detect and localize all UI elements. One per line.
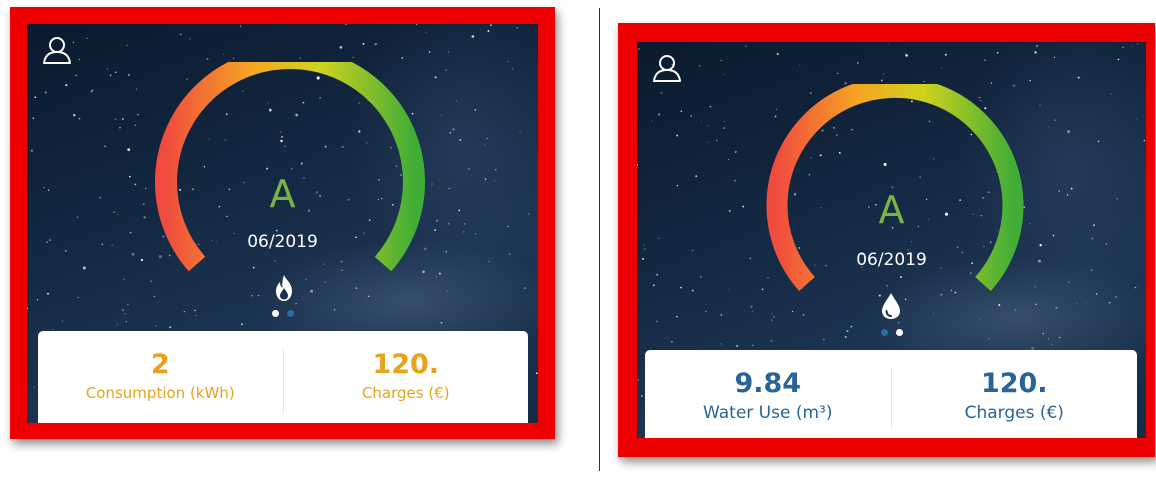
consumption-metric: 2 Consumption (kWh) [38, 331, 283, 423]
consumption-label: Consumption (kWh) [85, 384, 235, 402]
water-use-value: 9.84 [734, 368, 802, 399]
page-indicator [881, 329, 903, 336]
gas-summary-card: 2 Consumption (kWh) 120. Charges (€) [38, 331, 528, 423]
charges-label: Charges (€) [964, 403, 1064, 423]
charges-metric: 120. Charges (€) [284, 331, 529, 423]
consumption-value: 2 [150, 349, 170, 380]
flame-icon [276, 275, 292, 301]
panel-divider [599, 8, 600, 471]
water-panel-frame: A 06/2019 9.84 Water Use (m³) 120. Charg… [618, 23, 1155, 457]
water-use-metric: 9.84 Water Use (m³) [645, 350, 891, 438]
charges-value: 120. [980, 368, 1048, 399]
charges-value: 120. [372, 349, 440, 380]
charges-label: Charges (€) [361, 384, 450, 402]
page-indicator [272, 310, 294, 317]
page-dot-active[interactable] [272, 310, 279, 317]
page-dot[interactable] [881, 329, 888, 336]
energy-grade: A [269, 172, 296, 216]
user-icon[interactable] [651, 52, 683, 84]
gas-panel-frame: A 06/2019 2 Consumption (kWh) 120. Charg… [10, 7, 555, 439]
water-drop-icon [882, 293, 900, 319]
user-icon[interactable] [41, 34, 73, 66]
page-dot-active[interactable] [896, 329, 903, 336]
charges-metric: 120. Charges (€) [892, 350, 1138, 438]
water-use-label: Water Use (m³) [703, 403, 833, 423]
billing-period: 06/2019 [247, 232, 318, 252]
water-grade: A [878, 188, 905, 232]
water-summary-card: 9.84 Water Use (m³) 120. Charges (€) [645, 350, 1137, 438]
page-dot[interactable] [287, 310, 294, 317]
water-dashboard-screen: A 06/2019 9.84 Water Use (m³) 120. Charg… [637, 42, 1146, 438]
gas-dashboard-screen: A 06/2019 2 Consumption (kWh) 120. Charg… [27, 24, 538, 423]
billing-period: 06/2019 [856, 250, 927, 270]
